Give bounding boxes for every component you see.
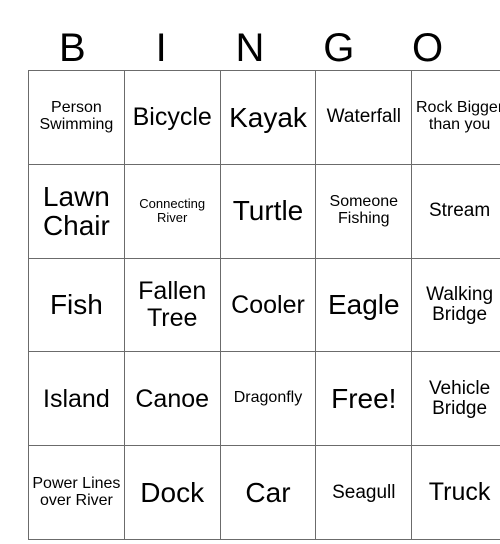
bingo-cell[interactable]: Fallen Tree: [123, 257, 221, 353]
bingo-cell-label: Dragonfly: [233, 389, 303, 407]
bingo-row: Power Lines over River Dock Car Seagull …: [28, 445, 500, 540]
bingo-cell-label: Stream: [428, 200, 491, 222]
bingo-cell-label: Turtle: [232, 195, 304, 227]
bingo-grid: Person Swimming Bicycle Kayak Waterfall …: [28, 70, 500, 540]
bingo-cell[interactable]: Eagle: [315, 257, 413, 353]
bingo-header: B I N G O: [28, 14, 472, 70]
bingo-cell[interactable]: Truck: [411, 445, 500, 540]
bingo-cell-label: Rock Bigger than you: [416, 99, 500, 134]
bingo-header-letter-i: I: [155, 26, 167, 70]
bingo-cell-label: Lawn Chair: [42, 180, 110, 242]
bingo-cell-label: Car: [245, 476, 291, 508]
bingo-cell[interactable]: Canoe: [123, 351, 221, 447]
bingo-row: Island Canoe Dragonfly Free! Vehicle Bri…: [28, 351, 500, 447]
bingo-cell-label: Bicycle: [132, 103, 212, 132]
bingo-cell-label: Island: [43, 384, 110, 413]
bingo-cell-label: Connecting River: [139, 196, 206, 226]
bingo-cell-label: Walking Bridge: [426, 283, 494, 325]
bingo-cell[interactable]: Person Swimming: [28, 70, 125, 165]
bingo-cell[interactable]: Kayak: [219, 70, 317, 165]
bingo-cell[interactable]: Stream: [411, 163, 500, 259]
bingo-cell-label: Fish: [49, 289, 103, 321]
bingo-cell-label: Dock: [140, 476, 205, 508]
bingo-cell-label: Person Swimming: [39, 99, 114, 134]
bingo-cell[interactable]: Turtle: [219, 163, 317, 259]
bingo-cell-label: Kayak: [229, 101, 307, 133]
bingo-cell[interactable]: Someone Fishing: [315, 163, 413, 259]
bingo-header-letter-o: O: [412, 26, 444, 70]
bingo-cell[interactable]: Walking Bridge: [411, 257, 500, 353]
bingo-cell-label: Free!: [331, 382, 397, 414]
bingo-row: Person Swimming Bicycle Kayak Waterfall …: [28, 70, 500, 165]
bingo-header-letter-n: N: [235, 26, 265, 70]
bingo-cell[interactable]: Dock: [123, 445, 221, 540]
bingo-cell[interactable]: Cooler: [219, 257, 317, 353]
bingo-cell-label: Truck: [428, 478, 491, 507]
bingo-row: Fish Fallen Tree Cooler Eagle Walking Br…: [28, 257, 500, 353]
bingo-cell[interactable]: Waterfall: [315, 70, 413, 165]
bingo-cell-label: Someone Fishing: [329, 193, 399, 228]
bingo-cell-label: Waterfall: [326, 106, 401, 128]
bingo-cell-label: Cooler: [231, 290, 305, 319]
bingo-row: Lawn Chair Connecting River Turtle Someo…: [28, 163, 500, 259]
bingo-cell-label: Vehicle Bridge: [428, 377, 491, 419]
bingo-cell[interactable]: Connecting River: [123, 163, 221, 259]
bingo-cell[interactable]: Power Lines over River: [28, 445, 125, 540]
bingo-cell[interactable]: Seagull: [315, 445, 413, 540]
bingo-cell-label: Canoe: [135, 384, 210, 413]
bingo-cell[interactable]: Rock Bigger than you: [411, 70, 500, 165]
bingo-card: B I N G O Person Swimming Bicycle Kayak …: [0, 0, 500, 544]
bingo-cell[interactable]: Island: [28, 351, 125, 447]
bingo-cell[interactable]: Car: [219, 445, 317, 540]
bingo-header-letter-b: B: [59, 26, 86, 70]
bingo-cell[interactable]: Dragonfly: [219, 351, 317, 447]
bingo-cell-free[interactable]: Free!: [315, 351, 413, 447]
bingo-header-letter-g: G: [323, 26, 355, 70]
bingo-cell[interactable]: Fish: [28, 257, 125, 353]
bingo-cell-label: Eagle: [327, 289, 400, 321]
bingo-cell[interactable]: Lawn Chair: [28, 163, 125, 259]
bingo-cell-label: Power Lines over River: [32, 474, 121, 509]
bingo-cell[interactable]: Bicycle: [123, 70, 221, 165]
bingo-cell-label: Fallen Tree: [138, 277, 207, 332]
bingo-cell[interactable]: Vehicle Bridge: [411, 351, 500, 447]
bingo-cell-label: Seagull: [332, 481, 396, 503]
